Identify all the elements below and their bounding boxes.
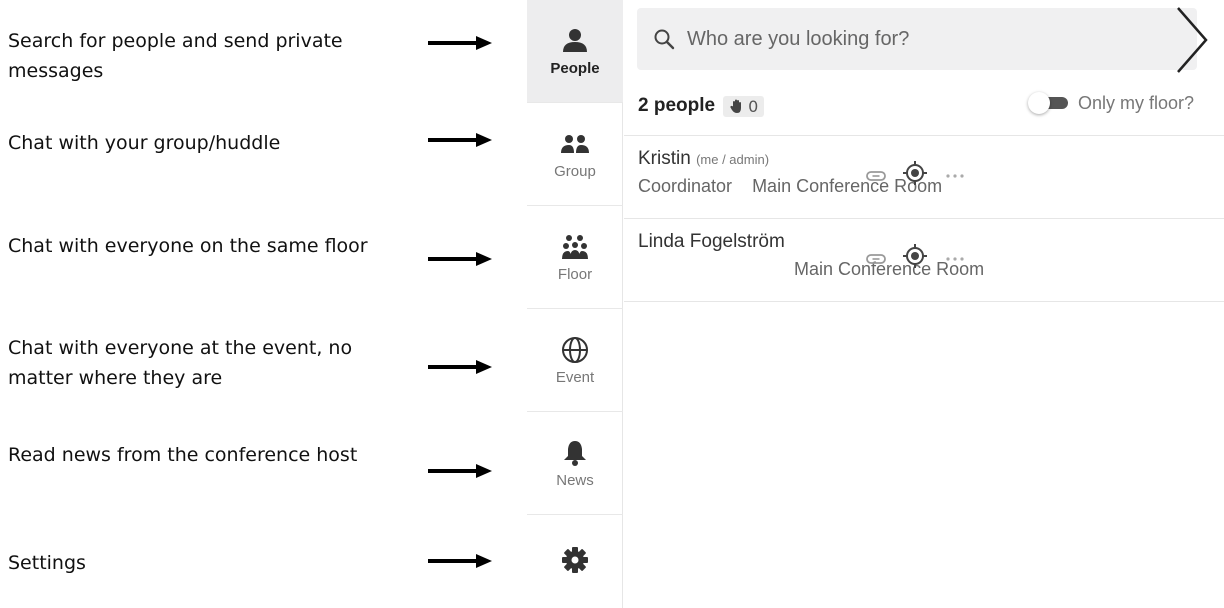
person-title: Coordinator xyxy=(638,176,733,196)
sidebar-item-group[interactable]: Group xyxy=(527,103,623,206)
annotation-floor: Chat with everyone on the same floor xyxy=(8,235,368,257)
sidebar-item-event[interactable]: Event xyxy=(527,309,623,412)
annotation-group: Chat with your group/huddle xyxy=(8,132,281,154)
people-panel: 2 people 0 Only my floor? Kristin (me / … xyxy=(624,0,1224,608)
raised-hands-badge: 0 xyxy=(723,95,765,117)
gear-icon xyxy=(562,546,588,573)
people-summary: 2 people 0 Only my floor? xyxy=(638,88,1224,124)
crowd-icon xyxy=(562,234,588,259)
locate-icon[interactable] xyxy=(902,243,928,269)
annotation-event: Chat with everyone at the event, no matt… xyxy=(8,337,353,389)
globe-icon xyxy=(562,336,588,363)
people-count: 2 people xyxy=(638,95,716,116)
search-input[interactable] xyxy=(687,27,1127,51)
search-bar[interactable] xyxy=(637,8,1197,70)
toggle-switch[interactable] xyxy=(1028,92,1070,114)
more-options-icon[interactable] xyxy=(944,247,966,271)
more-options-icon[interactable] xyxy=(944,164,966,188)
link-icon[interactable] xyxy=(866,247,886,271)
arrow-icon xyxy=(428,252,492,266)
annotation-news: Read news from the conference host xyxy=(8,444,358,466)
arrow-icon xyxy=(428,464,492,478)
arrow-icon xyxy=(428,36,492,50)
raised-hands-count: 0 xyxy=(748,96,759,116)
divider xyxy=(624,301,1224,302)
chevron-right-icon[interactable] xyxy=(1172,4,1212,76)
sidebar-item-label: People xyxy=(550,59,600,77)
sidebar-item-people[interactable]: People xyxy=(527,0,623,103)
locate-icon[interactable] xyxy=(902,160,928,186)
arrow-icon xyxy=(428,554,492,568)
only-my-floor-toggle[interactable]: Only my floor? xyxy=(1028,92,1194,114)
sidebar-item-floor[interactable]: Floor xyxy=(527,206,623,309)
person-role-tag: (me / admin) xyxy=(696,152,770,167)
person-row[interactable]: Linda Fogelström Main Conference Room xyxy=(624,219,1224,301)
bell-icon xyxy=(564,440,586,466)
toggle-label: Only my floor? xyxy=(1078,92,1195,113)
sidebar-item-label: Event xyxy=(555,368,595,386)
sidebar-item-news[interactable]: News xyxy=(527,412,623,515)
annotation-people: Search for people and send private messa… xyxy=(8,30,343,82)
search-icon xyxy=(654,29,675,50)
sidebar-item-label: Floor xyxy=(557,265,593,283)
person-name: Kristin xyxy=(638,148,691,169)
hand-icon xyxy=(730,99,742,113)
link-icon[interactable] xyxy=(866,164,886,188)
annotation-settings: Settings xyxy=(8,552,86,574)
sidebar-item-label: Group xyxy=(554,162,596,180)
person-icon xyxy=(563,28,587,52)
group-icon xyxy=(561,134,589,153)
person-row[interactable]: Kristin (me / admin) Coordinator Main Con… xyxy=(624,136,1224,218)
sidebar-item-settings[interactable] xyxy=(527,515,623,608)
sidebar: People Group Floor Event News xyxy=(527,0,623,608)
person-name: Linda Fogelström xyxy=(638,231,785,252)
arrow-icon xyxy=(428,133,492,147)
sidebar-item-label: News xyxy=(556,471,594,489)
arrow-icon xyxy=(428,360,492,374)
